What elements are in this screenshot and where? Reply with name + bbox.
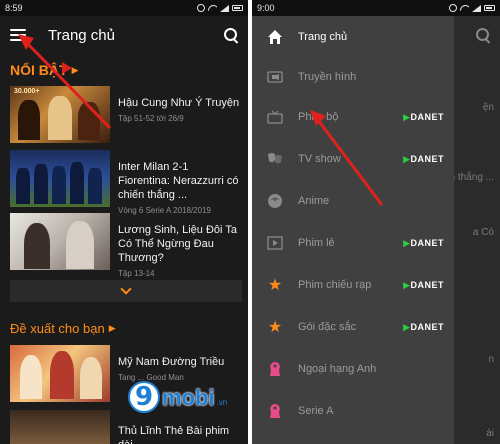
tv-camera-icon (266, 68, 284, 86)
poster-text: 30.000+ (14, 88, 40, 95)
drawer-item-label: Anime (298, 195, 330, 207)
item-title: Lương Sinh, Liệu Đôi Ta Có Thể Ngừng Đau… (118, 224, 237, 264)
danet-badge: ▶DANET (403, 279, 444, 290)
drawer-item-label: TV show (298, 153, 341, 165)
list-item[interactable]: Inter Milan 2-1 Fiorentina: Nerazzurri c… (10, 150, 242, 215)
video-thumbnail (10, 345, 110, 402)
wifi-icon (460, 5, 469, 12)
item-meta: Thủ Lĩnh Thẻ Bài phim dài (118, 410, 242, 444)
danet-badge-text: DANET (410, 279, 444, 290)
item-meta: Inter Milan 2-1 Fiorentina: Nerazzurri c… (118, 150, 242, 215)
danet-badge-text: DANET (410, 321, 444, 332)
status-time: 8:59 (5, 3, 23, 13)
drawer-item-special-package[interactable]: ★ Gói đặc sắc ▶DANET (252, 308, 454, 346)
drawer-item-premier-league[interactable]: Ngoại hạng Anh (252, 350, 454, 388)
section-featured-label: NỔI BẬT (10, 62, 68, 78)
drawer-item-anime[interactable]: Anime (252, 182, 454, 220)
drawer-item-movies[interactable]: Phim lẻ ▶DANET (252, 224, 454, 262)
section-recommended-label: Đề xuất cho bạn (10, 321, 105, 336)
danet-badge: ▶DANET (403, 153, 444, 164)
danet-badge: ▶DANET (403, 111, 444, 122)
danet-badge-text: DANET (410, 153, 444, 164)
drawer-item-label: Phim bộ (298, 111, 339, 123)
watermark-nine: 9 (128, 381, 160, 413)
dimmed-text: a Có (472, 227, 494, 238)
watermark-word: mobi (162, 385, 215, 410)
drawer-item-label: Phim chiếu rạp (298, 279, 372, 291)
page-title: Trang chủ (48, 26, 115, 44)
drawer-item-tvshow[interactable]: TV show ▶DANET (252, 140, 454, 178)
item-title: Thủ Lĩnh Thẻ Bài phim dài (118, 425, 230, 444)
danet-badge: ▶DANET (403, 237, 444, 248)
status-time: 9:00 (257, 3, 275, 13)
item-title: Mỹ Nam Đường Triều (118, 356, 225, 368)
status-bar: 8:59 (0, 0, 248, 16)
drawer-item-label: Serie A (298, 405, 334, 417)
section-featured-title[interactable]: NỔI BẬT ▶ (10, 62, 78, 78)
wifi-icon (208, 5, 217, 12)
danet-badge-text: DANET (410, 237, 444, 248)
masks-icon (266, 150, 284, 168)
app-bar: Trang chủ (0, 16, 248, 54)
alarm-icon (197, 4, 205, 12)
drawer-item-label: Phim lẻ (298, 237, 335, 249)
star-icon: ★ (267, 319, 283, 336)
drawer-item-label: Gói đặc sắc (298, 321, 357, 333)
video-thumbnail (10, 213, 110, 270)
anime-icon (266, 192, 284, 210)
item-title: Hậu Cung Như Ý Truyện (118, 97, 240, 109)
dimmed-text: ện (482, 102, 494, 113)
drawer-item-home[interactable]: Trang chủ (252, 18, 454, 56)
navigation-drawer: Trang chủ Truyền hình Phim bộ ▶DANET TV … (252, 16, 454, 444)
signal-icon (220, 4, 229, 12)
search-icon[interactable] (224, 28, 238, 42)
danet-badge-text: DANET (410, 111, 444, 122)
status-bar: 9:00 (252, 0, 500, 16)
right-phone-screen: 9:00 ện ó chiến thắng ... a Có n ài Tran… (252, 0, 500, 444)
item-subtitle: Tập 13-14 (118, 269, 155, 278)
menu-icon[interactable] (10, 29, 26, 41)
chevron-right-icon: ▶ (71, 64, 79, 75)
premier-league-icon (266, 402, 284, 420)
item-subtitle: Tập 51-52 tới 26/9 (118, 114, 184, 123)
drawer-item-series[interactable]: Phim bộ ▶DANET (252, 98, 454, 136)
watermark-logo: 9 mobi .vn (128, 381, 227, 413)
drawer-item-cinema[interactable]: ★ Phim chiếu rạp ▶DANET (252, 266, 454, 304)
video-thumbnail (10, 410, 110, 444)
drawer-item-label: Ngoại hạng Anh (298, 363, 377, 375)
list-item[interactable]: 30.000+ Hậu Cung Như Ý Truyện Tập 51-52 … (10, 86, 242, 143)
item-meta: Lương Sinh, Liệu Đôi Ta Có Thể Ngừng Đau… (118, 213, 242, 278)
item-title: Inter Milan 2-1 Fiorentina: Nerazzurri c… (118, 161, 239, 201)
status-icons (197, 4, 243, 12)
battery-icon (484, 5, 495, 11)
signal-icon (472, 4, 481, 12)
left-phone-screen: 8:59 Trang chủ NỔI BẬT ▶ 30.000+ Hậu Cun… (0, 0, 248, 444)
video-thumbnail: 30.000+ (10, 86, 110, 143)
expand-more-button[interactable] (10, 280, 242, 302)
home-icon (266, 28, 284, 46)
alarm-icon (449, 4, 457, 12)
watermark-tld: .vn (216, 398, 228, 407)
section-recommended-title[interactable]: Đề xuất cho bạn ▶ (10, 321, 116, 336)
battery-icon (232, 5, 243, 11)
item-meta: Hậu Cung Như Ý Truyện Tập 51-52 tới 26/9 (118, 86, 239, 143)
drawer-item-label: Truyền hình (298, 71, 357, 83)
video-thumbnail (10, 150, 110, 207)
list-item[interactable]: Thủ Lĩnh Thẻ Bài phim dài (10, 410, 242, 444)
drawer-item-serie-a[interactable]: Serie A (252, 392, 454, 430)
tv-icon (266, 108, 284, 126)
list-item[interactable]: Lương Sinh, Liệu Đôi Ta Có Thể Ngừng Đau… (10, 213, 242, 278)
drawer-item-tv[interactable]: Truyền hình (252, 58, 454, 96)
star-icon: ★ (267, 277, 283, 294)
premier-league-icon (266, 360, 284, 378)
status-icons (449, 4, 495, 12)
dimmed-text: ài (486, 428, 494, 439)
dimmed-text: n (488, 354, 494, 365)
danet-badge: ▶DANET (403, 321, 444, 332)
film-icon (266, 234, 284, 252)
drawer-item-label: Trang chủ (298, 31, 348, 43)
search-icon (476, 28, 490, 42)
chevron-right-icon: ▶ (108, 323, 116, 333)
chevron-down-icon (120, 283, 132, 295)
